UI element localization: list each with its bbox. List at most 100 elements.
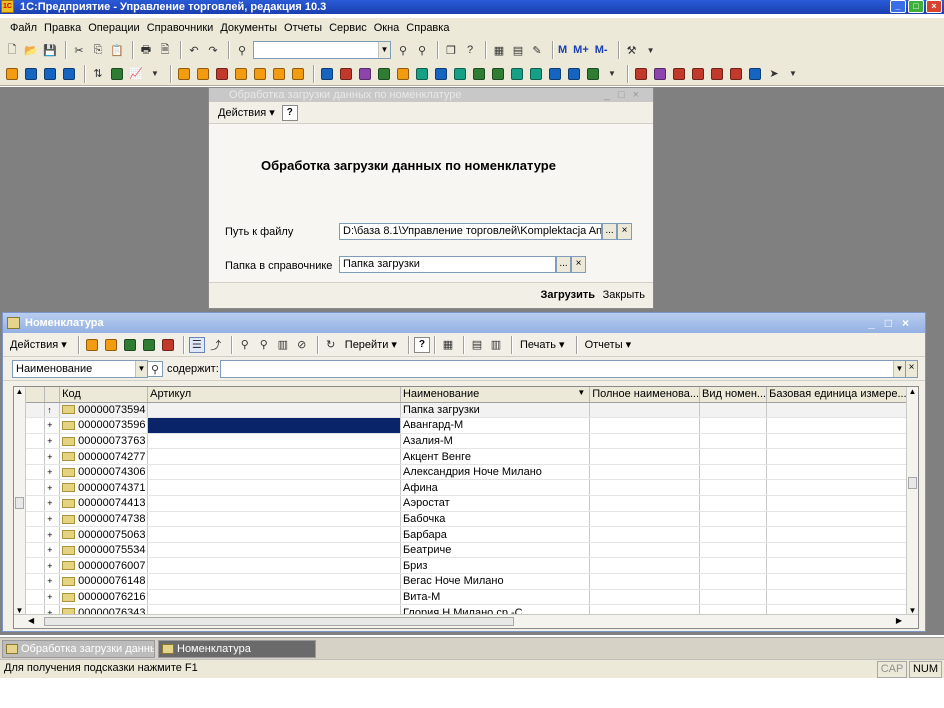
forward-icon[interactable]: ➤ xyxy=(766,66,782,82)
cut-icon[interactable]: ✂ xyxy=(71,42,87,58)
calculator-icon[interactable]: ▦ xyxy=(491,42,507,58)
clipboard-icon[interactable]: ✎ xyxy=(529,42,545,58)
settlement-icon[interactable] xyxy=(566,66,582,82)
chevron-down-icon[interactable]: ▼ xyxy=(378,42,390,58)
expand-icon[interactable]: + xyxy=(44,495,61,512)
table-row[interactable]: +00000073596 Авангард-М xyxy=(26,417,919,434)
report-icon[interactable] xyxy=(42,66,58,82)
col-type-header[interactable]: Вид номен... xyxy=(699,387,768,403)
table-row[interactable]: +00000076148 Вегас Ноче Милано xyxy=(26,573,919,590)
reports-menu[interactable]: Отчеты ▾ xyxy=(582,337,635,352)
order-icon[interactable] xyxy=(319,66,335,82)
print-menu[interactable]: Печать ▾ xyxy=(517,337,568,352)
file-path-clear-button[interactable]: × xyxy=(617,223,632,240)
goods-icon[interactable] xyxy=(176,66,192,82)
chevron-up-icon[interactable]: ▲ xyxy=(907,387,918,396)
chevron-down-icon[interactable]: ▼ xyxy=(147,66,163,82)
paste-icon[interactable]: 📋 xyxy=(109,42,125,58)
expand-icon[interactable]: + xyxy=(44,433,61,450)
dialog-help-button[interactable]: ? xyxy=(281,104,298,121)
find-prev-icon[interactable]: ⚲ xyxy=(414,42,430,58)
catalog-help-button[interactable]: ? xyxy=(413,336,430,353)
chevron-left-icon[interactable]: ◀ xyxy=(28,616,34,625)
goto-menu[interactable]: Перейти ▾ xyxy=(342,337,400,352)
clear-filter-icon[interactable]: ⊘ xyxy=(294,337,310,353)
chevron-down-icon[interactable]: ▼ xyxy=(643,42,659,58)
col-article-header[interactable]: Артикул xyxy=(147,387,401,403)
columns-icon[interactable]: ▤ xyxy=(469,337,485,353)
expand-icon[interactable]: + xyxy=(44,448,61,465)
goods-receipt-icon[interactable] xyxy=(195,66,211,82)
return-icon[interactable] xyxy=(509,66,525,82)
print-icon[interactable]: 🖶 xyxy=(138,42,154,58)
hierarchy-icon[interactable]: ☰ xyxy=(188,336,205,353)
save-icon[interactable]: 💾 xyxy=(42,42,58,58)
expand-icon[interactable]: + xyxy=(44,573,61,590)
expand-icon[interactable]: + xyxy=(44,526,61,543)
menu-edit[interactable]: Правка xyxy=(44,22,81,34)
chevron-right-icon[interactable]: ▶ xyxy=(896,616,902,625)
discount-icon[interactable] xyxy=(728,66,744,82)
receipt-icon[interactable] xyxy=(452,66,468,82)
expand-icon[interactable]: + xyxy=(44,417,61,434)
table-row[interactable]: +00000075063 Барбара xyxy=(26,526,919,543)
binoculars-icon[interactable]: ⚲ xyxy=(234,42,250,58)
expand-icon[interactable]: + xyxy=(44,589,61,606)
menu-help[interactable]: Справка xyxy=(406,22,449,34)
dialog-actions-menu[interactable]: Действия ▾ xyxy=(215,105,278,120)
delete-item-icon[interactable] xyxy=(160,337,176,353)
close-dialog-button[interactable]: Закрыть xyxy=(603,289,645,301)
table-row[interactable]: +00000073763 Азалия-М xyxy=(26,433,919,450)
help-topic-icon[interactable]: ? xyxy=(462,42,478,58)
sort-icon[interactable]: ⇅ xyxy=(90,66,106,82)
search-icon[interactable]: ⚲ xyxy=(147,361,163,377)
calendar-icon[interactable]: ▤ xyxy=(510,42,526,58)
counterparty-icon[interactable] xyxy=(633,66,649,82)
folder-clear-button[interactable]: × xyxy=(571,256,586,273)
file-path-select-button[interactable]: ... xyxy=(602,223,617,240)
search-field-combo[interactable]: Наименование ▼ xyxy=(12,360,148,378)
undo-icon[interactable]: ↶ xyxy=(186,42,202,58)
filter-list-icon[interactable]: ▥ xyxy=(275,337,291,353)
transfer-icon[interactable] xyxy=(271,66,287,82)
horizontal-scrollbar[interactable]: ◀ ▶ xyxy=(14,614,918,628)
menu-reports[interactable]: Отчеты xyxy=(284,22,322,34)
chevron-down-icon[interactable]: ▼ xyxy=(785,66,801,82)
maximize-button[interactable]: □ xyxy=(908,0,924,13)
search-value-input[interactable] xyxy=(221,361,893,377)
settings-icon[interactable] xyxy=(747,66,763,82)
table-icon[interactable] xyxy=(109,66,125,82)
taskbar-item-data-load[interactable]: Обработка загрузки данных xyxy=(2,640,155,658)
memory-plus-button[interactable]: M+ xyxy=(573,42,589,58)
journal-icon[interactable] xyxy=(61,66,77,82)
posting-icon[interactable] xyxy=(547,66,563,82)
add-group-icon[interactable] xyxy=(103,337,119,353)
col-code-header[interactable]: Код xyxy=(59,387,149,403)
contact-icon[interactable] xyxy=(671,66,687,82)
catalog-actions-menu[interactable]: Действия ▾ xyxy=(7,337,70,352)
catalog-window-controls[interactable]: _□× xyxy=(868,313,919,333)
scroll-thumb[interactable] xyxy=(44,617,514,626)
storage-icon[interactable] xyxy=(252,66,268,82)
clear-search-icon[interactable]: × xyxy=(905,360,918,378)
organization-icon[interactable] xyxy=(709,66,725,82)
menu-catalogs[interactable]: Справочники xyxy=(147,22,214,34)
article-cell-selected[interactable] xyxy=(147,417,401,434)
contract-icon[interactable] xyxy=(652,66,668,82)
tree-view-icon[interactable]: ▥ xyxy=(488,337,504,353)
memory-button[interactable]: M xyxy=(558,42,567,58)
chart-icon[interactable]: 📈 xyxy=(128,66,144,82)
expand-icon[interactable]: + xyxy=(44,511,61,528)
table-row[interactable]: +00000076216 Вита-М xyxy=(26,589,919,606)
payment-icon[interactable] xyxy=(395,66,411,82)
price-icon[interactable] xyxy=(490,66,506,82)
chevron-down-icon[interactable]: ▼ xyxy=(604,66,620,82)
chevron-down-icon[interactable]: ▼ xyxy=(893,361,905,377)
filter-value-icon[interactable]: ⚲ xyxy=(256,337,272,353)
col-unit-header[interactable]: Базовая единица измере... xyxy=(766,387,908,403)
new-document-icon[interactable]: 🗋 xyxy=(4,42,20,58)
catalog-icon[interactable] xyxy=(4,66,20,82)
close-button[interactable]: × xyxy=(926,0,942,13)
table-row[interactable]: +00000074738 Бабочка xyxy=(26,511,919,528)
level-up-icon[interactable]: ⤴ xyxy=(208,337,224,353)
